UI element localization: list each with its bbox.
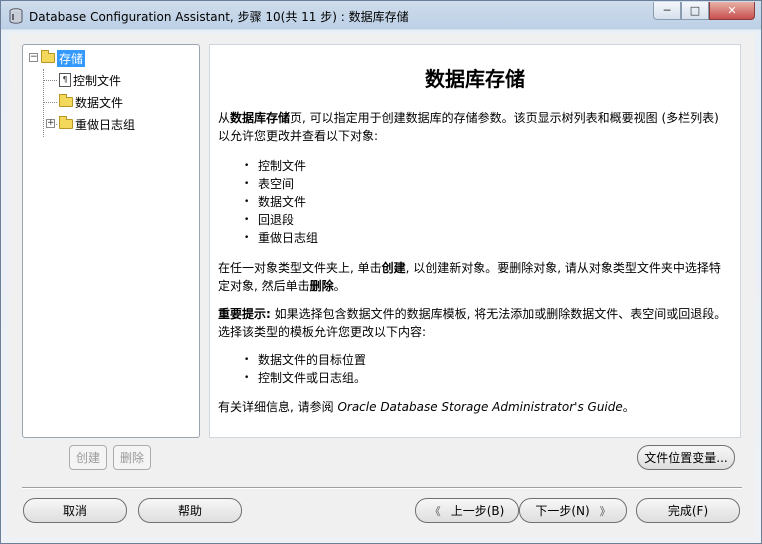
list-item: 重做日志组 (244, 229, 318, 247)
object-list: 控制文件 表空间 数据文件 回退段 重做日志组 (244, 157, 318, 247)
folder-icon (59, 116, 73, 129)
note-paragraph: 重要提示: 如果选择包含数据文件的数据库模板, 将无法添加或删除数据文件、表空间… (218, 305, 730, 341)
window-controls: ─ □ ✕ (653, 2, 755, 20)
folder-icon (59, 94, 73, 107)
note-rest: 如果选择包含数据文件的数据库模板, 将无法添加或删除数据文件、表空间或回退段。选… (218, 307, 727, 339)
folder-open-icon (41, 50, 55, 63)
text-span: 。 (622, 400, 635, 414)
storage-tree[interactable]: − 存储 ¶ 控制文件 数据文件 + 重做日志组 (22, 44, 200, 438)
title-bar: Database Configuration Assistant, 步骤 10(… (1, 1, 761, 31)
cancel-button[interactable]: 取消 (23, 498, 127, 523)
next-button-label: 下一步(N) (535, 504, 590, 518)
back-button[interactable]: 《 上一步(B) (415, 498, 519, 523)
expand-redo-icon[interactable]: + (46, 119, 55, 128)
window-title: Database Configuration Assistant, 步骤 10(… (29, 10, 409, 24)
collapse-root-icon[interactable]: − (29, 53, 38, 62)
tree-node-storage[interactable]: 存储 (41, 49, 86, 67)
file-location-variables-button[interactable]: 文件位置变量... (637, 445, 735, 470)
list-item: 表空间 (244, 175, 318, 193)
reference-paragraph: 有关详细信息, 请参阅 Oracle Database Storage Admi… (218, 398, 730, 416)
note-bold: 重要提示: (218, 307, 271, 321)
intro-prefix: 从 (218, 111, 231, 125)
tree-node-control-files[interactable]: ¶ 控制文件 (59, 71, 121, 89)
close-button[interactable]: ✕ (709, 2, 755, 20)
delete-button[interactable]: 删除 (113, 445, 151, 470)
tree-node-data-files[interactable]: 数据文件 (59, 93, 123, 111)
back-button-label: 上一步(B) (450, 504, 505, 518)
tree-node-label: 重做日志组 (75, 117, 136, 132)
help-content-panel: 数据库存储 从数据库存储页, 可以指定用于创建数据库的存储参数。该页显示树列表和… (209, 44, 741, 438)
intro-rest: 页, 可以指定用于创建数据库的存储参数。该页显示树列表和概要视图 (多栏列表) … (218, 111, 719, 143)
text-span: 在任一对象类型文件夹上, 单击 (218, 261, 382, 275)
intro-bold: 数据库存储 (230, 111, 291, 125)
list-item: 数据文件的目标位置 (244, 351, 366, 369)
tree-node-label: 数据文件 (75, 95, 124, 110)
create-button[interactable]: 创建 (69, 445, 107, 470)
next-arrow-icon: 》 (599, 504, 611, 518)
text-span: 。 (333, 279, 346, 293)
guide-title: Oracle Database Storage Administrator's … (337, 400, 623, 414)
next-button[interactable]: 下一步(N) 》 (519, 498, 627, 523)
text-span: 有关详细信息, 请参阅 (218, 400, 338, 414)
control-file-icon: ¶ (59, 73, 71, 87)
list-item: 数据文件 (244, 193, 318, 211)
page-heading: 数据库存储 (425, 67, 525, 91)
finish-button[interactable]: 完成(F) (636, 498, 740, 523)
tree-node-label: 存储 (57, 49, 86, 67)
database-app-icon (9, 8, 23, 24)
intro-paragraph: 从数据库存储页, 可以指定用于创建数据库的存储参数。该页显示树列表和概要视图 (… (218, 109, 730, 145)
dbca-window: Database Configuration Assistant, 步骤 10(… (0, 0, 762, 544)
create-delete-paragraph: 在任一对象类型文件夹上, 单击创建, 以创建新对象。要删除对象, 请从对象类型文… (218, 259, 730, 295)
back-arrow-icon: 《 (429, 504, 441, 518)
list-item: 控制文件或日志组。 (244, 369, 366, 387)
tree-node-redo-log-groups[interactable]: 重做日志组 (59, 115, 135, 133)
minimize-button[interactable]: ─ (653, 2, 681, 20)
tree-node-label: 控制文件 (73, 73, 122, 88)
bold-span: 删除 (309, 279, 334, 293)
help-button[interactable]: 帮助 (138, 498, 242, 523)
list-item: 回退段 (244, 211, 318, 229)
maximize-button[interactable]: □ (681, 2, 709, 20)
divider (22, 487, 742, 489)
dialog-body: − 存储 ¶ 控制文件 数据文件 + 重做日志组 数据库存储 从数据库存储页, … (9, 33, 755, 537)
changes-list: 数据文件的目标位置 控制文件或日志组。 (244, 351, 366, 387)
bold-span: 创建 (381, 261, 406, 275)
list-item: 控制文件 (244, 157, 318, 175)
